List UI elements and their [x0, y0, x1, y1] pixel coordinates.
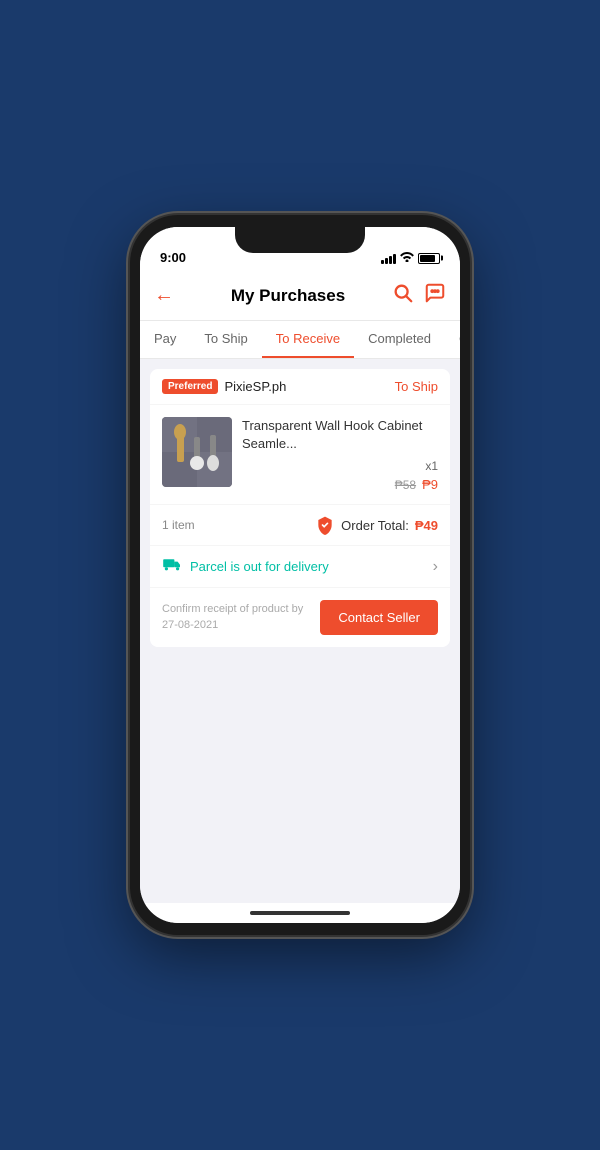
product-info: Transparent Wall Hook Cabinet Seamle... … — [242, 417, 438, 492]
price-original: ₱58 — [395, 478, 416, 492]
tab-cancelled[interactable]: Ca — [445, 321, 460, 358]
tab-to-ship[interactable]: To Ship — [190, 321, 261, 358]
home-indicator — [140, 903, 460, 923]
home-bar — [250, 911, 350, 915]
delivery-row[interactable]: Parcel is out for delivery › — [150, 545, 450, 587]
shield-icon — [315, 515, 335, 535]
status-icons — [381, 251, 440, 265]
header-icons — [392, 282, 446, 310]
preferred-badge: Preferred — [162, 379, 218, 394]
content-area: Preferred PixieSP.ph To Ship — [140, 359, 460, 903]
status-time: 9:00 — [160, 250, 186, 265]
phone-wrapper: 9:00 — [0, 0, 600, 1150]
order-total-label: Order Total: — [341, 518, 409, 533]
order-total-row: 1 item Order Total: ₱49 — [150, 504, 450, 545]
search-icon[interactable] — [392, 282, 414, 310]
battery-icon — [418, 253, 440, 264]
order-card: Preferred PixieSP.ph To Ship — [150, 369, 450, 647]
product-price-row: ₱58 ₱9 — [242, 477, 438, 492]
header: ← My Purchases — [140, 271, 460, 321]
seller-row: Preferred PixieSP.ph To Ship — [150, 369, 450, 405]
contact-seller-button[interactable]: Contact Seller — [320, 600, 438, 635]
wifi-icon — [400, 251, 414, 265]
items-count: 1 item — [162, 518, 195, 532]
page-title: My Purchases — [231, 286, 345, 306]
product-name: Transparent Wall Hook Cabinet Seamle... — [242, 417, 438, 453]
tab-to-receive[interactable]: To Receive — [262, 321, 354, 358]
truck-icon — [162, 556, 182, 577]
product-image — [162, 417, 232, 487]
order-status: To Ship — [395, 379, 438, 394]
back-button[interactable]: ← — [154, 284, 184, 307]
product-row: Transparent Wall Hook Cabinet Seamle... … — [150, 405, 450, 504]
price-sale: ₱9 — [422, 477, 438, 492]
tabs-container: Pay To Ship To Receive Completed Ca — [140, 321, 460, 359]
notch — [235, 227, 365, 253]
tab-pay[interactable]: Pay — [140, 321, 190, 358]
action-row: Confirm receipt of product by 27-08-2021… — [150, 587, 450, 647]
product-img-svg — [162, 417, 232, 487]
order-total-amount: ₱49 — [415, 518, 438, 533]
chevron-right-icon: › — [433, 558, 438, 576]
confirm-receipt-text: Confirm receipt of product by 27-08-2021 — [162, 602, 320, 633]
signal-bars-icon — [381, 252, 396, 264]
phone-screen: 9:00 — [140, 227, 460, 923]
product-quantity: x1 — [242, 459, 438, 473]
chat-icon[interactable] — [424, 282, 446, 310]
phone-frame: 9:00 — [130, 215, 470, 935]
delivery-message: Parcel is out for delivery — [190, 559, 329, 574]
tab-completed[interactable]: Completed — [354, 321, 445, 358]
seller-name[interactable]: PixieSP.ph — [224, 379, 286, 394]
